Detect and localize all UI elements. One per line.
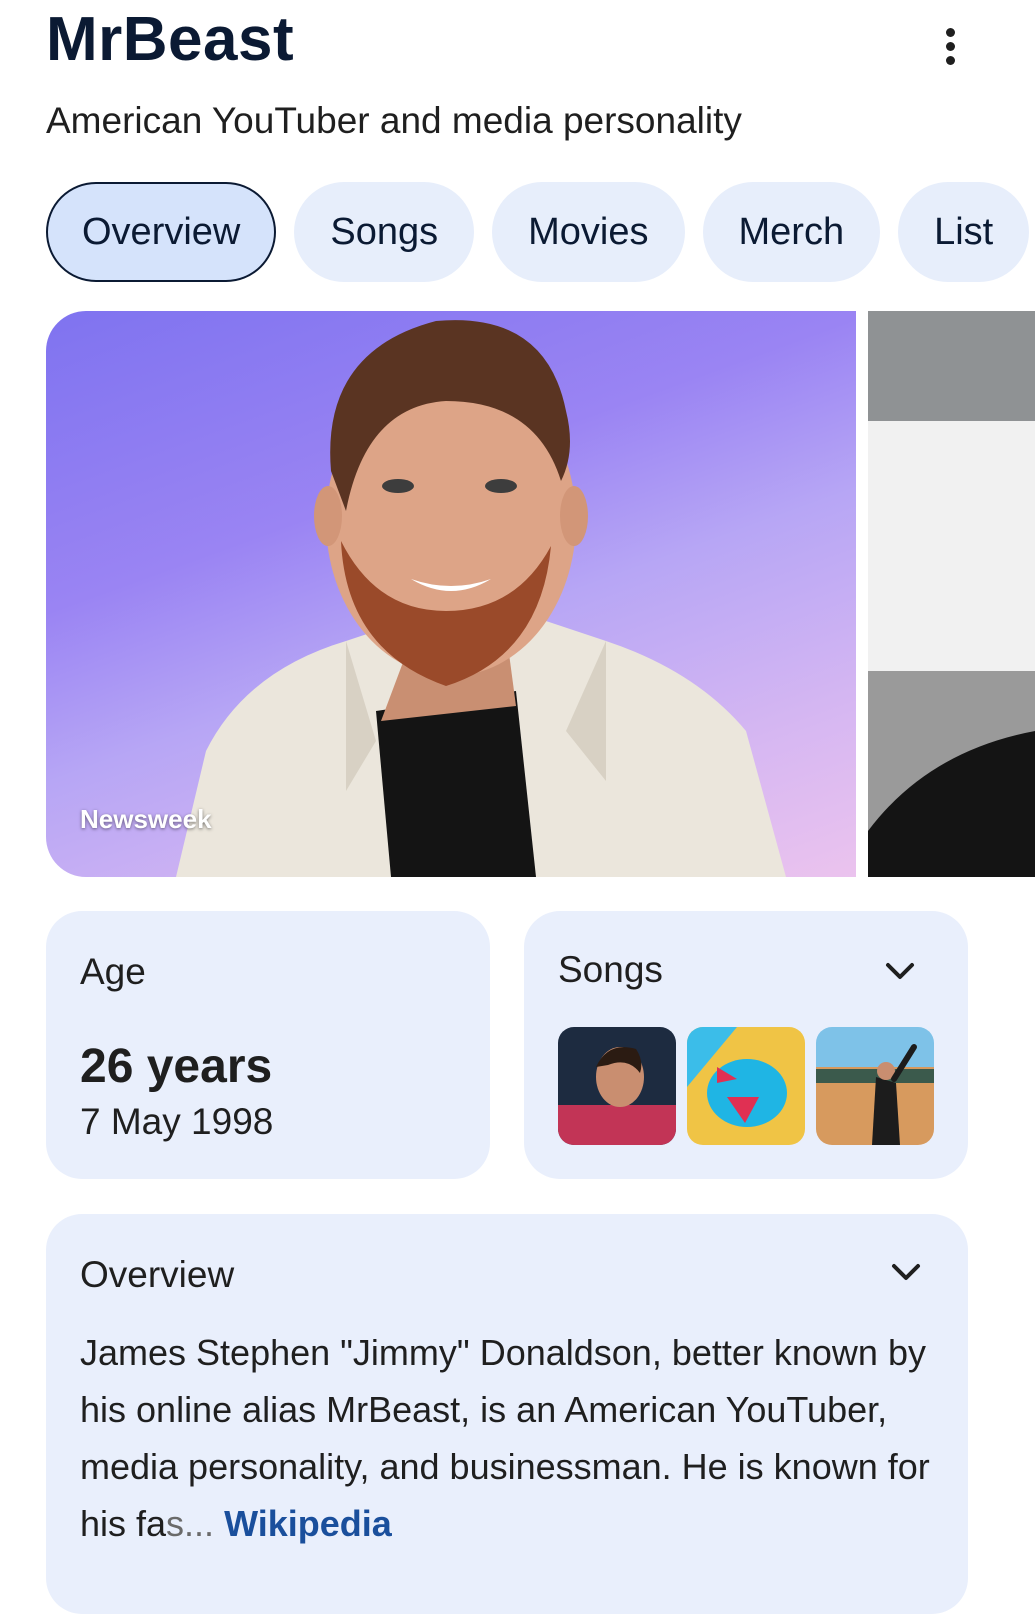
entity-title: MrBeast: [46, 5, 295, 74]
song-thumbnail[interactable]: [558, 1027, 676, 1145]
person-photo: [176, 320, 786, 877]
age-label: Age: [80, 951, 146, 992]
tab-overview[interactable]: Overview: [46, 182, 277, 282]
song-thumbnail[interactable]: [687, 1027, 805, 1145]
entity-subtitle: American YouTuber and media personality: [46, 100, 742, 141]
song-thumbnail[interactable]: [816, 1027, 934, 1145]
more-options-icon[interactable]: [930, 22, 970, 70]
age-card: Age 26 years 7 May 1998: [46, 911, 490, 1179]
chevron-down-icon[interactable]: [888, 1254, 924, 1290]
overview-ellipsis: s...: [166, 1503, 215, 1544]
birth-date: 7 May 1998: [80, 1101, 274, 1142]
overview-description: James Stephen "Jimmy" Donaldson, better …: [80, 1324, 940, 1552]
tab-merch[interactable]: Merch: [702, 182, 881, 282]
wikipedia-link[interactable]: Wikipedia: [224, 1503, 392, 1544]
secondary-image[interactable]: [868, 311, 1035, 877]
secondary-photo: [868, 311, 1035, 877]
tab-bar: Overview Songs Movies Merch List: [46, 182, 1035, 282]
chevron-down-icon[interactable]: [882, 953, 918, 989]
overview-label: Overview: [80, 1254, 235, 1295]
age-value: 26 years: [80, 1040, 273, 1093]
songs-label: Songs: [558, 949, 663, 990]
main-image[interactable]: Newsweek: [46, 311, 856, 877]
tab-list[interactable]: List: [898, 182, 1030, 282]
tab-movies[interactable]: Movies: [492, 182, 685, 282]
overview-card: Overview James Stephen "Jimmy" Donaldson…: [46, 1214, 968, 1614]
tab-songs[interactable]: Songs: [294, 182, 475, 282]
songs-card[interactable]: Songs: [524, 911, 968, 1179]
image-source-label: Newsweek: [80, 804, 212, 834]
